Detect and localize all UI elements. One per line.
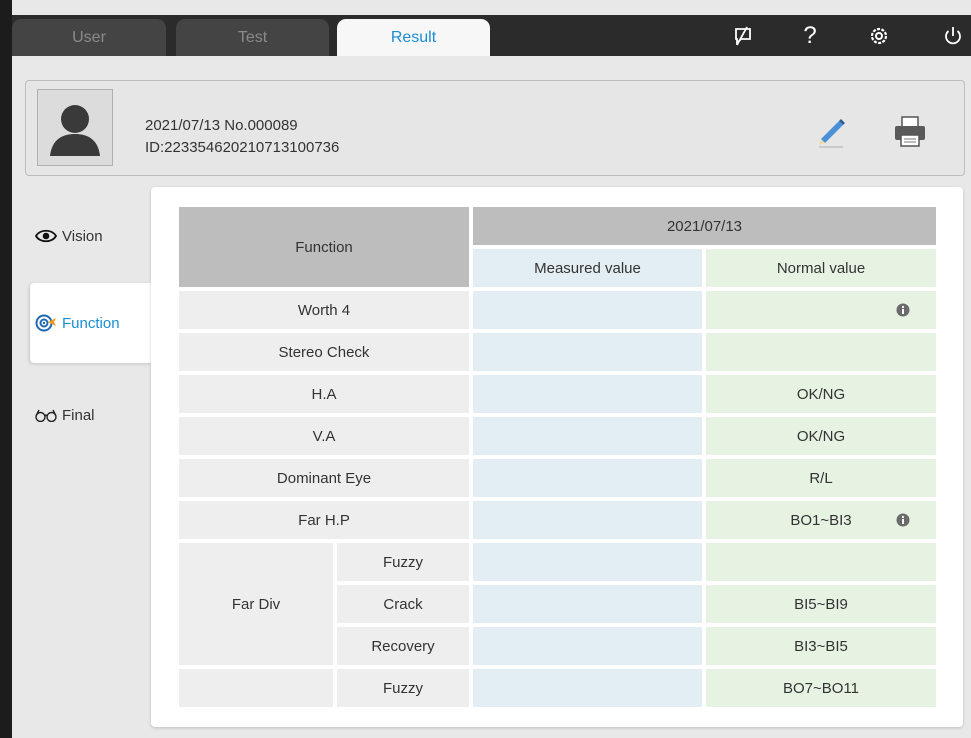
date-header-label: 2021/07/13 — [666, 217, 743, 235]
row-label-va: V.A — [179, 417, 469, 455]
info-icon[interactable] — [896, 303, 910, 317]
normal-cell-fuzzy: BO7~BO11 — [706, 669, 936, 707]
measured-cell-dominant-eye[interactable] — [473, 459, 702, 497]
normal-cell-va: OK/NG — [706, 417, 936, 455]
glasses-icon — [34, 405, 58, 425]
result-panel: Function 2021/07/13 Measured value Norma… — [151, 187, 963, 727]
normal-cell-far-div-fuzzy — [706, 543, 936, 581]
measured-cell-stereo-check[interactable] — [473, 333, 702, 371]
info-icon[interactable] — [896, 513, 910, 527]
no-comment-icon[interactable] — [725, 15, 761, 56]
side-item-function[interactable]: Function — [30, 283, 152, 363]
row-group-far-div: Far Div — [179, 543, 333, 665]
patient-id: ID:223354620210713100736 — [145, 139, 340, 156]
settings-icon[interactable] — [861, 15, 897, 56]
function-table: Function 2021/07/13 Measured value Norma… — [151, 187, 963, 727]
normal-cell-worth4 — [706, 291, 936, 329]
side-item-label: Vision — [62, 227, 103, 245]
help-icon[interactable]: ? — [792, 15, 828, 56]
row-group-empty — [179, 669, 333, 707]
measured-header: Measured value — [473, 249, 702, 287]
function-header-label: Function — [295, 238, 353, 256]
function-header: Function — [179, 207, 469, 287]
eye-icon — [34, 226, 58, 246]
normal-cell-ha: OK/NG — [706, 375, 936, 413]
row-label-far-div-recovery: Recovery — [337, 627, 469, 665]
measured-cell-fuzzy[interactable] — [473, 669, 702, 707]
measured-cell-ha[interactable] — [473, 375, 702, 413]
tab-test[interactable]: Test — [176, 19, 329, 56]
avatar — [37, 89, 113, 166]
row-label-far-div-fuzzy: Fuzzy — [337, 543, 469, 581]
normal-cell-far-hp: BO1~BI3 — [706, 501, 936, 539]
normal-header: Normal value — [706, 249, 936, 287]
measured-cell-far-hp[interactable] — [473, 501, 702, 539]
row-label-far-div-crack: Crack — [337, 585, 469, 623]
row-label-worth4: Worth 4 — [179, 291, 469, 329]
left-edge — [0, 0, 12, 738]
app-window: User Test Result ? 2021/07/13 No.000089 … — [0, 0, 971, 738]
normal-cell-dominant-eye: R/L — [706, 459, 936, 497]
power-icon[interactable] — [935, 15, 971, 56]
row-label-dominant-eye: Dominant Eye — [179, 459, 469, 497]
target-icon — [34, 313, 58, 333]
pencil-icon — [819, 119, 845, 148]
print-button[interactable] — [890, 111, 930, 151]
row-label-stereo-check: Stereo Check — [179, 333, 469, 371]
side-item-final[interactable]: Final — [30, 375, 152, 455]
normal-cell-far-div-recovery: BI3~BI5 — [706, 627, 936, 665]
normal-cell-far-div-crack: BI5~BI9 — [706, 585, 936, 623]
normal-header-label: Normal value — [776, 259, 866, 277]
measured-cell-far-div-fuzzy[interactable] — [473, 543, 702, 581]
measured-header-label: Measured value — [534, 259, 641, 277]
side-item-vision[interactable]: Vision — [30, 196, 152, 276]
date-number: 2021/07/13 No.000089 — [145, 117, 298, 134]
side-item-label: Final — [62, 406, 95, 424]
row-label-fuzzy: Fuzzy — [337, 669, 469, 707]
tab-result[interactable]: Result — [337, 19, 490, 56]
normal-cell-stereo-check — [706, 333, 936, 371]
top-tab-bar: User Test Result ? — [12, 15, 971, 56]
measured-cell-worth4[interactable] — [473, 291, 702, 329]
measured-cell-far-div-crack[interactable] — [473, 585, 702, 623]
tab-user[interactable]: User — [12, 19, 166, 56]
user-silhouette-icon — [50, 105, 100, 156]
measured-cell-va[interactable] — [473, 417, 702, 455]
date-header: 2021/07/13 — [473, 207, 936, 245]
measured-cell-far-div-recovery[interactable] — [473, 627, 702, 665]
edit-button[interactable] — [811, 109, 851, 149]
side-item-label: Function — [62, 314, 120, 332]
printer-icon — [895, 116, 925, 147]
patient-info-bar: 2021/07/13 No.000089 ID:2233546202107131… — [25, 80, 965, 176]
row-label-far-hp: Far H.P — [179, 501, 469, 539]
normal-value: BO1~BI3 — [790, 511, 852, 529]
help-glyph: ? — [803, 21, 817, 49]
row-label-ha: H.A — [179, 375, 469, 413]
